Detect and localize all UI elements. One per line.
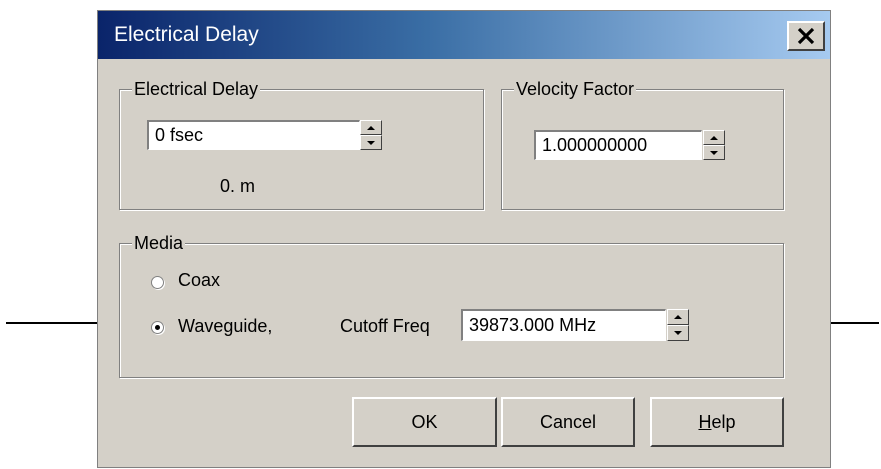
electrical-delay-input[interactable]: 0 fsec	[147, 120, 360, 150]
spin-down-icon	[674, 331, 682, 335]
electrical-delay-group: Electrical Delay 0 fsec 0. m	[119, 78, 484, 210]
spin-up-icon	[367, 125, 375, 130]
cancel-button[interactable]: Cancel	[501, 397, 635, 447]
velocity-factor-input[interactable]: 1.000000000	[534, 130, 702, 160]
cutoff-freq-input[interactable]: 39873.000 MHz	[461, 309, 666, 341]
spin-up-button[interactable]	[360, 120, 382, 135]
media-group: Media Coax Waveguide, Cutoff Freq 39873.…	[119, 232, 784, 378]
help-button[interactable]: Help	[650, 397, 784, 447]
help-label-rest: elp	[711, 411, 736, 432]
media-group-label: Media	[132, 232, 186, 254]
electrical-delay-dialog: Electrical Delay Electrical Delay 0 fsec…	[97, 10, 831, 468]
spin-up-button[interactable]	[703, 130, 725, 145]
coax-radio[interactable]	[151, 276, 164, 289]
spin-down-button[interactable]	[360, 135, 382, 150]
help-mnemonic: H	[698, 411, 712, 432]
waveguide-label[interactable]: Waveguide,	[178, 316, 272, 337]
spin-up-button[interactable]	[667, 309, 689, 325]
electrical-delay-group-label: Electrical Delay	[132, 78, 261, 100]
coax-label[interactable]: Coax	[178, 270, 220, 291]
electrical-delay-distance: 0. m	[220, 176, 256, 196]
velocity-factor-spinner[interactable]	[703, 130, 725, 160]
velocity-factor-group-label: Velocity Factor	[514, 78, 637, 100]
ok-button[interactable]: OK	[352, 397, 497, 447]
waveguide-radio[interactable]	[151, 321, 164, 334]
spin-up-icon	[674, 315, 682, 319]
spin-up-icon	[710, 135, 718, 140]
spin-down-button[interactable]	[667, 325, 689, 341]
velocity-factor-group: Velocity Factor 1.000000000	[501, 78, 784, 210]
title-bar[interactable]: Electrical Delay	[98, 11, 830, 59]
close-icon	[797, 21, 815, 52]
spin-down-icon	[710, 150, 718, 155]
electrical-delay-spinner[interactable]	[360, 120, 382, 150]
spin-down-icon	[367, 140, 375, 145]
cutoff-freq-spinner[interactable]	[667, 309, 689, 341]
dialog-title: Electrical Delay	[114, 23, 259, 46]
cutoff-freq-label: Cutoff Freq	[340, 316, 430, 336]
spin-down-button[interactable]	[703, 145, 725, 160]
close-button[interactable]	[787, 21, 825, 51]
